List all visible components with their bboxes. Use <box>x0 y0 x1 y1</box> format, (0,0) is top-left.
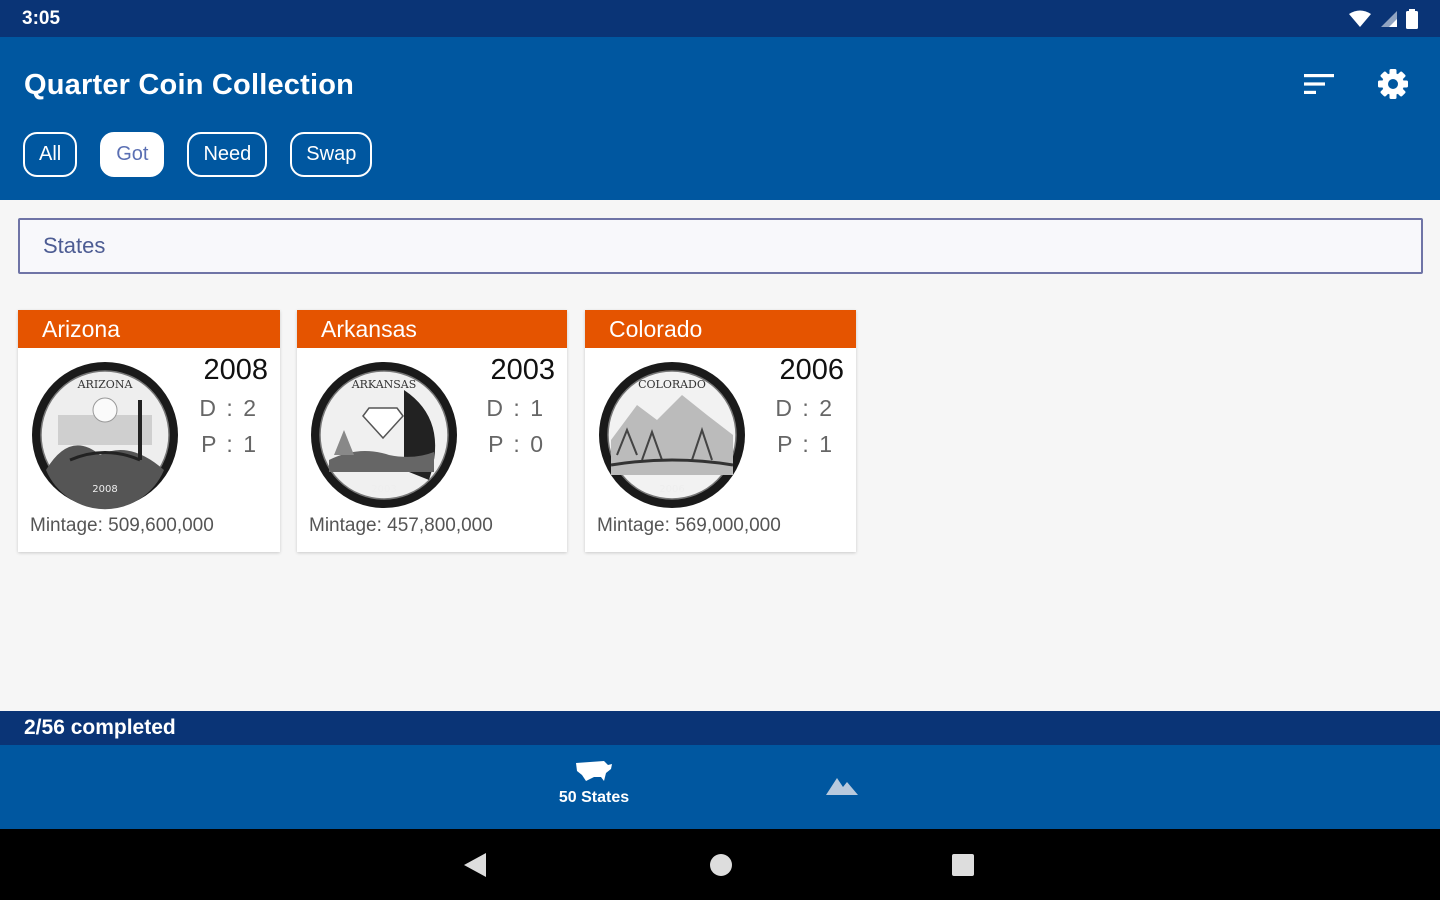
filter-chips: All Got Need Swap <box>23 132 373 177</box>
coin-card-colorado[interactable]: Colorado COLORADO 2006 2006 D : 2 P : 1 … <box>585 310 856 552</box>
coin-d-count: D : 2 <box>199 395 258 421</box>
coin-card-arkansas[interactable]: Arkansas ARKANSAS 2003 2003 D : 1 P : 0 … <box>297 310 567 552</box>
sort-button[interactable] <box>1302 67 1336 101</box>
arizona-quarter-image: ARIZONA 2008 <box>32 362 178 510</box>
colorado-quarter-image: COLORADO 2006 <box>599 362 745 508</box>
mountain-icon <box>826 778 858 795</box>
coin-mintage: Mintage: 569,000,000 <box>597 515 781 536</box>
coin-mintage: Mintage: 457,800,000 <box>309 515 493 536</box>
arkansas-quarter-image: ARKANSAS 2003 <box>311 362 457 508</box>
coin-p-count: P : 1 <box>777 431 834 457</box>
coin-card-arizona[interactable]: Arizona ARIZONA 2008 2008 D : 2 P : 1 Mi… <box>18 310 280 552</box>
coin-mintage: Mintage: 509,600,000 <box>30 515 214 536</box>
app-title: Quarter Coin Collection <box>24 69 355 101</box>
coin-card-title: Colorado <box>585 310 856 348</box>
coin-inscription-top: ARIZONA <box>77 378 134 391</box>
sort-icon <box>1304 74 1334 94</box>
coin-d-count: D : 2 <box>775 395 834 421</box>
status-icons <box>1348 8 1418 29</box>
coin-p-count: P : 0 <box>488 431 545 457</box>
wifi-icon <box>1349 10 1371 27</box>
nav-50-states[interactable]: 50 States <box>545 759 643 821</box>
filter-need-chip[interactable]: Need <box>187 132 268 177</box>
coin-year: 2006 <box>779 354 844 386</box>
coin-d-count: D : 1 <box>486 395 545 421</box>
coin-inscription-bottom: 2006 <box>659 484 684 495</box>
back-icon[interactable] <box>462 851 488 879</box>
status-bar: 3:05 <box>0 0 1440 37</box>
usa-map-icon <box>576 761 612 781</box>
coin-inscription-top: ARKANSAS <box>351 378 417 391</box>
coin-inscription-bottom: 2008 <box>92 484 117 495</box>
status-time: 3:05 <box>22 7 61 29</box>
app-actions <box>1302 67 1410 101</box>
settings-button[interactable] <box>1376 67 1410 101</box>
nav-national-parks[interactable] <box>826 775 866 805</box>
category-search-placeholder: States <box>43 233 106 258</box>
coin-inscription-bottom: 2003 <box>371 484 396 495</box>
coin-card-title: Arizona <box>18 310 280 348</box>
battery-icon <box>1406 8 1418 29</box>
coin-p-count: P : 1 <box>201 431 258 457</box>
bottom-navigation: 50 States <box>0 745 1440 829</box>
coin-card-list: Arizona ARIZONA 2008 2008 D : 2 P : 1 Mi… <box>18 310 873 552</box>
nav-50-states-label: 50 States <box>558 789 630 806</box>
coin-year: 2003 <box>490 354 555 386</box>
recents-icon[interactable] <box>950 851 976 879</box>
app-bar: Quarter Coin Collection All Got Need Swa… <box>0 37 1440 200</box>
coin-year: 2008 <box>203 354 268 386</box>
filter-swap-chip[interactable]: Swap <box>290 132 373 177</box>
settings-icon <box>1378 69 1408 99</box>
signal-icon <box>1381 10 1397 27</box>
completion-progress: 2/56 completed <box>0 711 1440 745</box>
filter-got-chip[interactable]: Got <box>100 132 165 177</box>
coin-inscription-top: COLORADO <box>638 378 706 391</box>
system-navigation-bar <box>0 829 1440 900</box>
category-search-field[interactable]: States <box>18 218 1423 274</box>
coin-card-title: Arkansas <box>297 310 567 348</box>
home-icon[interactable] <box>708 851 734 879</box>
filter-all-chip[interactable]: All <box>23 132 78 177</box>
